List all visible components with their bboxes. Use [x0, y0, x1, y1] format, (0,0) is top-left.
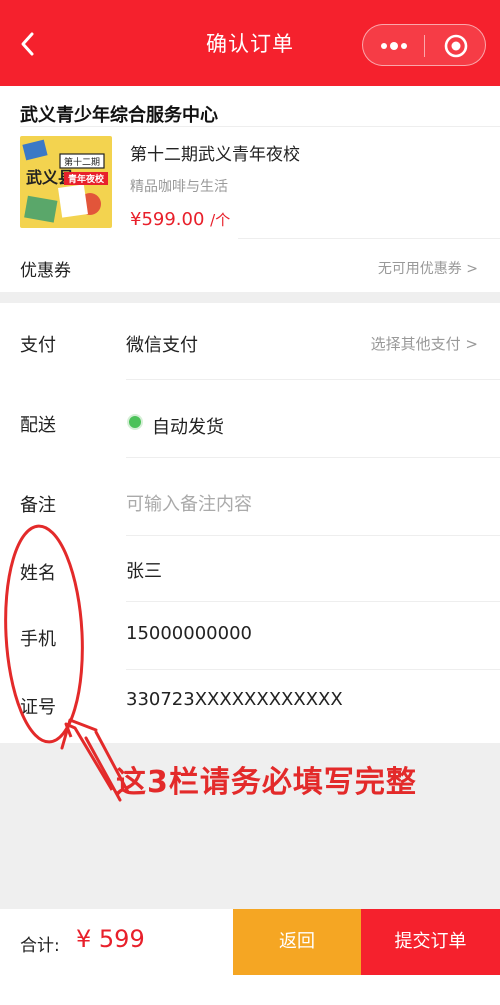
remark-label: 备注 [20, 495, 56, 516]
mini-program-capsule [362, 24, 486, 66]
thumb-banner-text: 青年夜校 [68, 173, 105, 185]
submit-order-button[interactable]: 提交订单 [361, 909, 500, 975]
price-unit: /个 [210, 211, 231, 229]
payment-method: 微信支付 [126, 335, 198, 356]
price-amount: ¥599.00 [130, 209, 205, 230]
total-label: 合计: [20, 936, 60, 956]
divider [20, 126, 500, 127]
total-amount: ¥ 599 [76, 925, 145, 953]
annotation-text: 这3栏请务必填写完整 [116, 765, 417, 800]
order-confirm-page: 确认订单 武义青少年综合服务中心 第十二期 武义县 青年夜校 第十二期武义青年夜… [0, 0, 500, 1005]
payment-label: 支付 [20, 335, 56, 356]
product-subtitle: 精品咖啡与生活 [130, 179, 228, 195]
id-number-label: 证号 [20, 697, 56, 718]
capsule-divider [424, 35, 425, 57]
remark-input[interactable]: 可输入备注内容 [126, 490, 252, 516]
divider [126, 535, 500, 536]
bottom-action-bar: 合计: ¥ 599 返回 提交订单 [0, 909, 500, 975]
id-number-input[interactable]: 330723XXXXXXXXXXXX [126, 689, 343, 710]
name-input[interactable]: 张三 [126, 557, 162, 583]
name-label: 姓名 [20, 563, 56, 584]
coupon-selector[interactable]: 无可用优惠券 > [378, 258, 478, 278]
thumb-issue-text: 第十二期 [64, 156, 100, 168]
payment-select-other[interactable]: 选择其他支付 > [371, 333, 478, 354]
phone-input[interactable]: 15000000000 [126, 623, 252, 644]
product-thumbnail[interactable]: 第十二期 武义县 青年夜校 [20, 136, 112, 228]
more-dots-icon[interactable] [377, 38, 411, 54]
home-indicator-area [0, 975, 500, 1005]
divider [238, 238, 500, 239]
divider [126, 379, 500, 380]
order-form: 支付 微信支付 选择其他支付 > 配送 自动发货 备注 可输入备注内容 姓名 张… [0, 303, 500, 743]
target-close-icon[interactable] [443, 33, 469, 59]
radio-selected-indicator[interactable] [127, 414, 143, 430]
shop-name: 武义青少年综合服务中心 [20, 105, 218, 126]
top-nav-bar: 确认订单 [0, 0, 500, 86]
divider [126, 669, 500, 670]
product-price: ¥599.00 /个 [130, 209, 230, 230]
product-title: 第十二期武义青年夜校 [130, 145, 300, 165]
divider [126, 601, 500, 602]
delivery-value[interactable]: 自动发货 [152, 413, 224, 439]
coupon-label: 优惠券 [20, 261, 71, 281]
delivery-label: 配送 [20, 415, 56, 436]
divider [126, 457, 500, 458]
back-button[interactable]: 返回 [233, 909, 361, 975]
order-summary-card: 武义青少年综合服务中心 第十二期 武义县 青年夜校 第十二期武义青年夜校 精品咖… [0, 86, 500, 292]
phone-label: 手机 [20, 629, 56, 650]
